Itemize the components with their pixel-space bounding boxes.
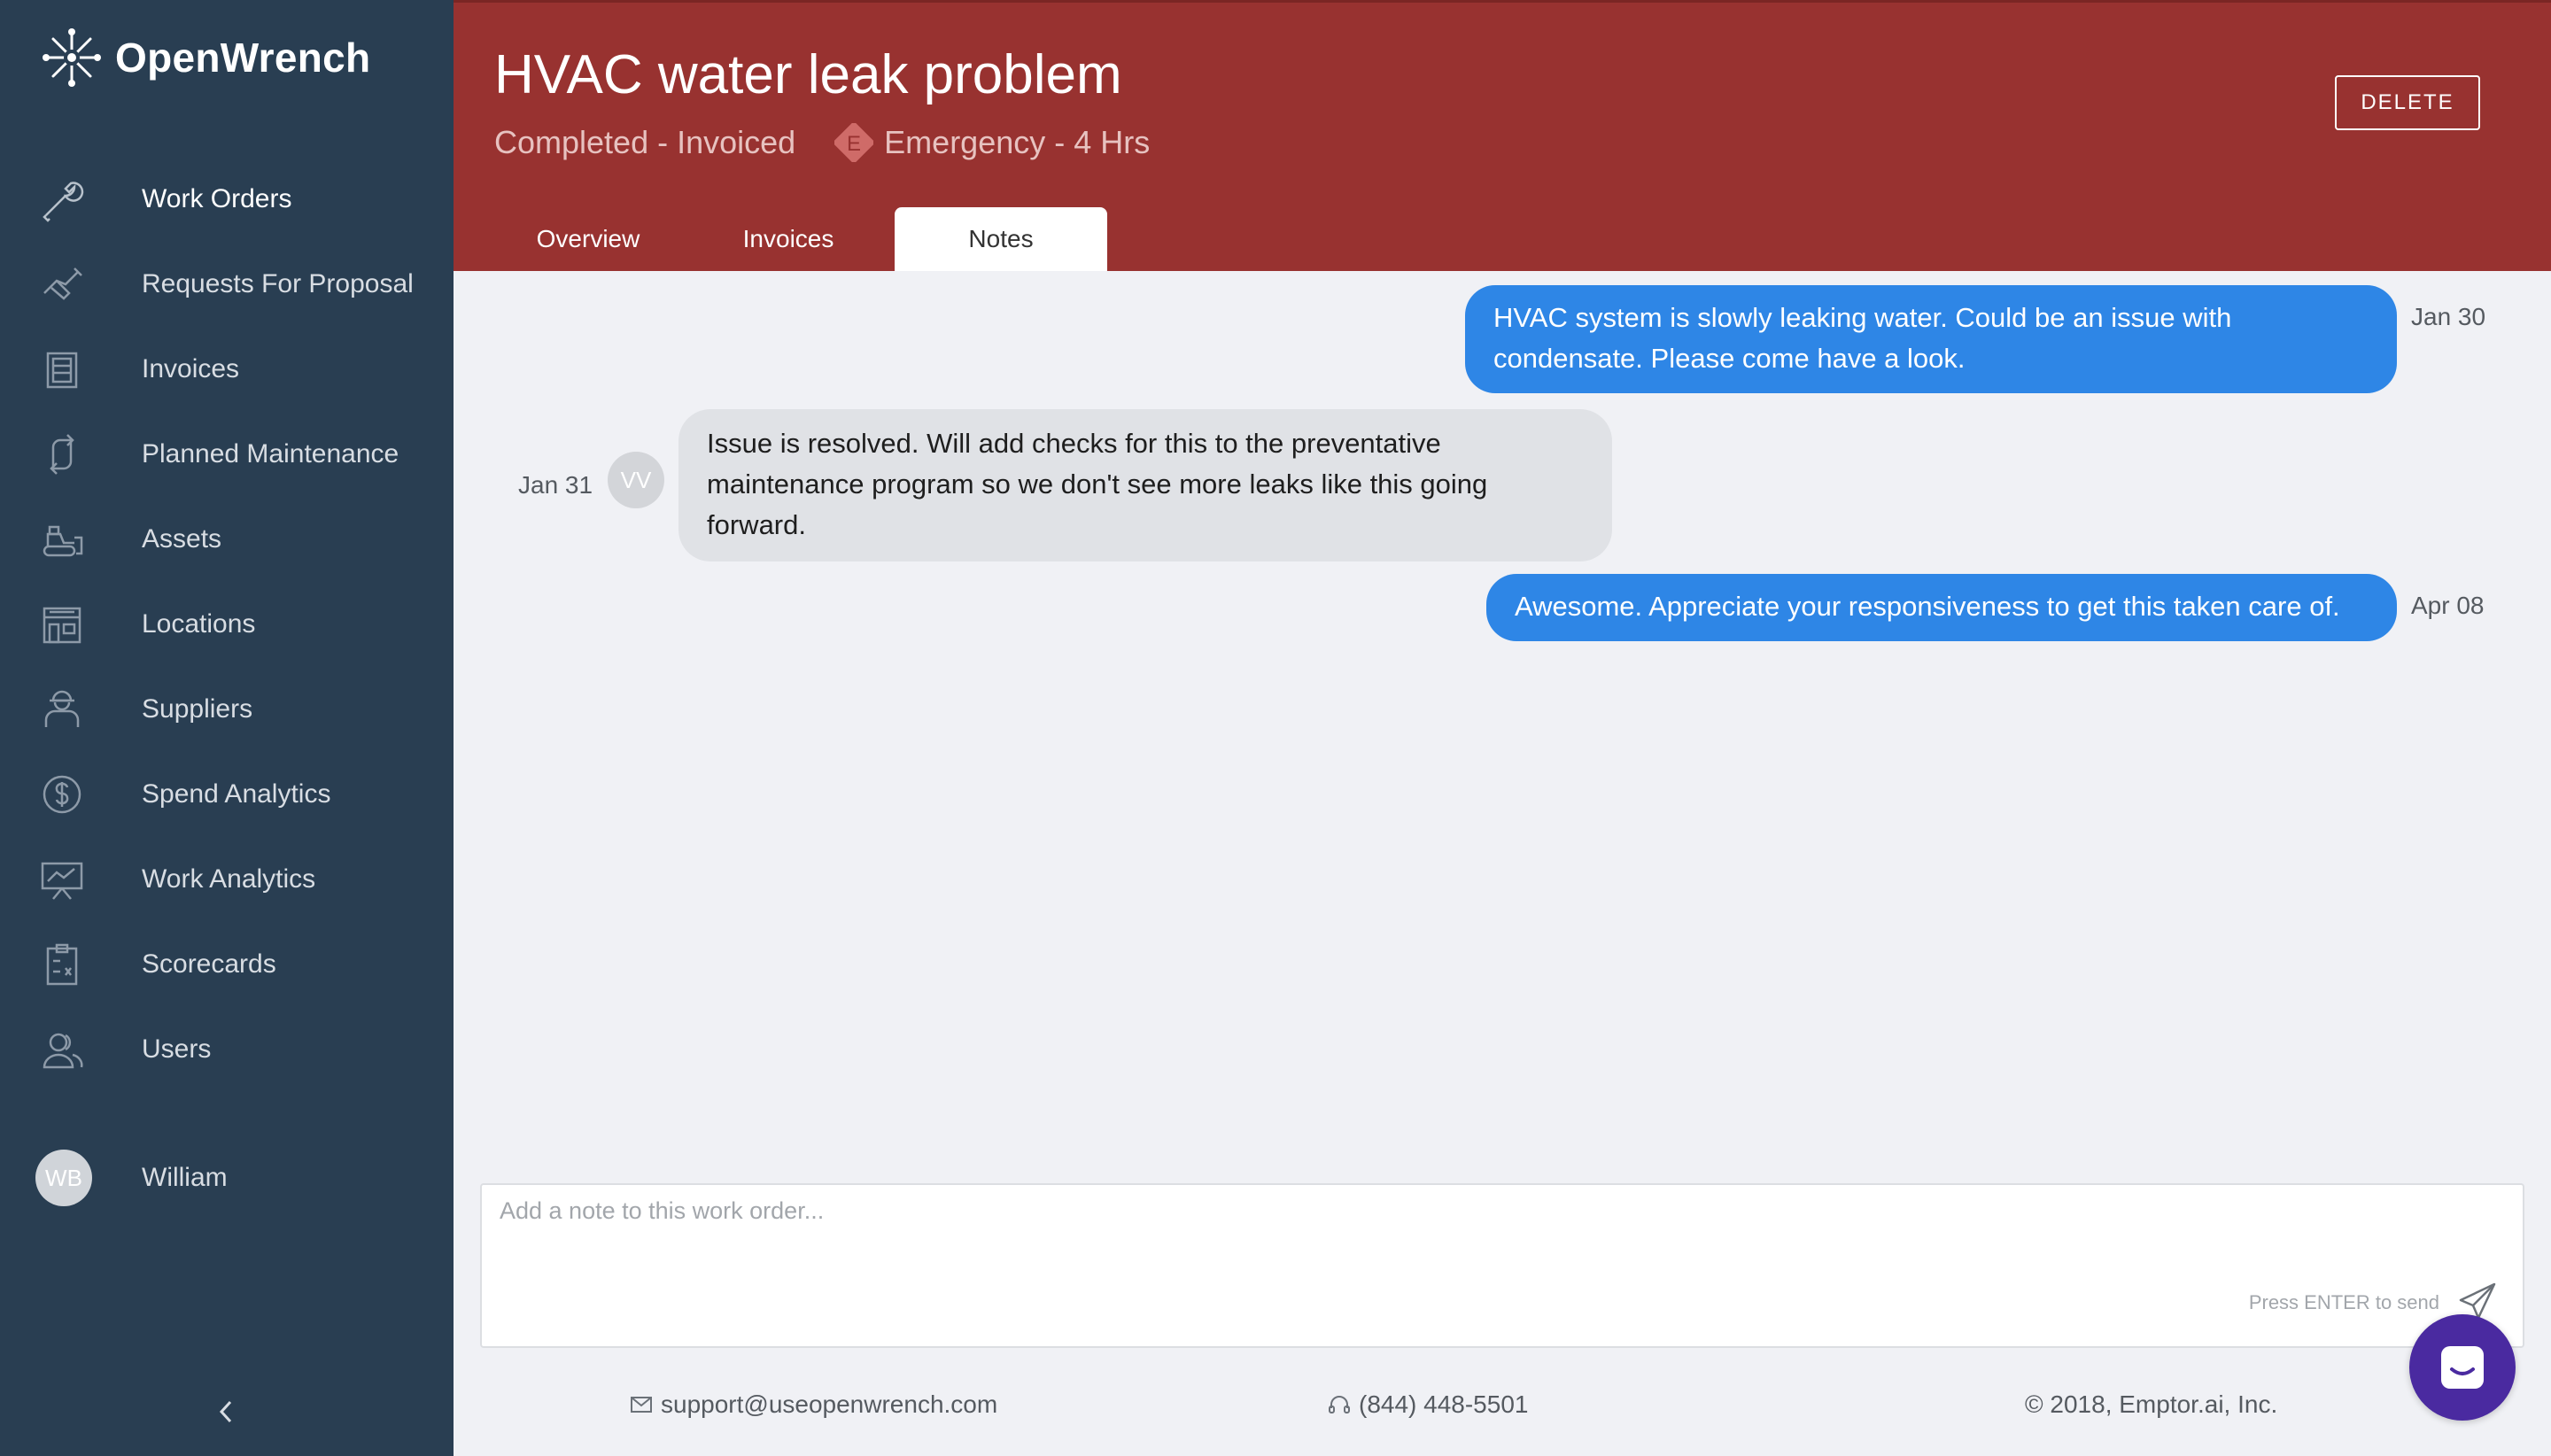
- author-avatar: VV: [608, 452, 664, 508]
- sidebar-item-locations[interactable]: Locations: [0, 582, 454, 667]
- delete-button[interactable]: DELETE: [2335, 75, 2480, 130]
- tab-invoices[interactable]: Invoices: [682, 207, 895, 271]
- note-date: Jan 31: [518, 471, 593, 499]
- priority-badge-letter: E: [847, 132, 861, 156]
- invoice-icon: [37, 345, 87, 394]
- sidebar-item-label: Requests For Proposal: [142, 269, 414, 298]
- users-icon: [37, 1025, 87, 1074]
- page-title: HVAC water leak problem: [494, 44, 1122, 105]
- sidebar-nav: Work Orders Requests For Proposal Invoic…: [0, 157, 454, 1092]
- support-email[interactable]: support@useopenwrench.com: [629, 1390, 997, 1419]
- sidebar-item-work-analytics[interactable]: Work Analytics: [0, 837, 454, 922]
- sidebar-item-spend-analytics[interactable]: Spend Analytics: [0, 752, 454, 837]
- work-order-meta: Completed - Invoiced E Emergency - 4 Hrs: [494, 123, 1150, 162]
- collapse-sidebar-button[interactable]: [213, 1396, 239, 1428]
- presentation-chart-icon: [37, 855, 87, 904]
- sidebar-item-users[interactable]: Users: [0, 1007, 454, 1092]
- sidebar-item-requests-for-proposal[interactable]: Requests For Proposal: [0, 242, 454, 327]
- mail-icon: [631, 1397, 652, 1413]
- note-message-incoming: Issue is resolved. Will add checks for t…: [678, 409, 1612, 561]
- sidebar-item-work-orders[interactable]: Work Orders: [0, 157, 454, 242]
- sidebar-item-label: Users: [142, 1034, 212, 1064]
- sidebar-item-scorecards[interactable]: Scorecards: [0, 922, 454, 1007]
- dollar-circle-icon: [37, 770, 87, 819]
- send-hint: Press ENTER to send: [2248, 1291, 2439, 1313]
- worker-icon: [37, 685, 87, 734]
- sidebar-item-label: Assets: [142, 524, 222, 554]
- headset-icon: [1329, 1396, 1350, 1413]
- note-composer: Press ENTER to send: [480, 1183, 2524, 1348]
- note-text: Issue is resolved. Will add checks for t…: [707, 428, 1488, 540]
- chat-launcher-button[interactable]: [2409, 1314, 2516, 1421]
- note-message-outgoing: HVAC system is slowly leaking water. Cou…: [1465, 285, 2397, 393]
- app-name: OpenWrench: [115, 35, 371, 81]
- sidebar-item-label: Work Orders: [142, 184, 292, 213]
- status-label: Completed - Invoiced: [494, 124, 796, 160]
- note-text: HVAC system is slowly leaking water. Cou…: [1493, 302, 2232, 374]
- work-order-header: HVAC water leak problem Completed - Invo…: [454, 0, 2551, 271]
- note-date: Apr 08: [2411, 592, 2485, 619]
- logo-icon: [43, 28, 101, 87]
- avatar: WB: [35, 1150, 92, 1206]
- sidebar-item-label: Invoices: [142, 354, 240, 383]
- sidebar-item-label: Planned Maintenance: [142, 439, 399, 469]
- sidebar-item-label: Suppliers: [142, 694, 253, 724]
- support-phone[interactable]: (844) 448-5501: [1327, 1390, 1528, 1419]
- wrench-icon: [37, 174, 87, 224]
- sidebar-item-suppliers[interactable]: Suppliers: [0, 667, 454, 752]
- footer: support@useopenwrench.com (844) 448-5501…: [454, 1382, 2551, 1435]
- building-icon: [37, 600, 87, 649]
- sidebar-item-label: Work Analytics: [142, 864, 316, 894]
- note-input[interactable]: [500, 1197, 2448, 1286]
- tab-notes[interactable]: Notes: [895, 207, 1107, 271]
- sidebar-item-invoices[interactable]: Invoices: [0, 327, 454, 412]
- priority-badge-icon: E: [834, 123, 874, 162]
- support-phone-text: (844) 448-5501: [1359, 1390, 1529, 1418]
- sidebar: OpenWrench Work Orders Requests For Prop…: [0, 0, 454, 1456]
- user-name: William: [142, 1163, 228, 1192]
- bulldozer-icon: [37, 515, 87, 564]
- chat-icon: [2441, 1346, 2484, 1389]
- copyright: © 2018, Emptor.ai, Inc.: [2025, 1390, 2277, 1419]
- priority: E Emergency - 4 Hrs: [834, 123, 1150, 162]
- sidebar-item-assets[interactable]: Assets: [0, 497, 454, 582]
- note-date: Jan 30: [2411, 303, 2486, 330]
- note-message-outgoing: Awesome. Appreciate your responsiveness …: [1486, 574, 2397, 641]
- priority-label: Emergency - 4 Hrs: [884, 124, 1151, 160]
- chevron-left-icon: [219, 1400, 232, 1423]
- sidebar-item-label: Scorecards: [142, 949, 276, 979]
- sidebar-item-label: Spend Analytics: [142, 779, 331, 809]
- copyright-text: © 2018, Emptor.ai, Inc.: [2025, 1390, 2278, 1418]
- clipboard-icon: [37, 940, 87, 989]
- handshake-icon: [37, 259, 87, 309]
- sidebar-item-label: Locations: [142, 609, 256, 639]
- cycle-arrows-icon: [37, 430, 87, 479]
- logo[interactable]: OpenWrench: [41, 27, 370, 89]
- support-email-text: support@useopenwrench.com: [661, 1390, 998, 1418]
- tab-bar: Overview Invoices Notes: [454, 207, 1107, 271]
- current-user[interactable]: WB William: [35, 1150, 228, 1206]
- sidebar-item-planned-maintenance[interactable]: Planned Maintenance: [0, 412, 454, 497]
- tab-overview[interactable]: Overview: [494, 207, 682, 271]
- note-text: Awesome. Appreciate your responsiveness …: [1515, 591, 2340, 622]
